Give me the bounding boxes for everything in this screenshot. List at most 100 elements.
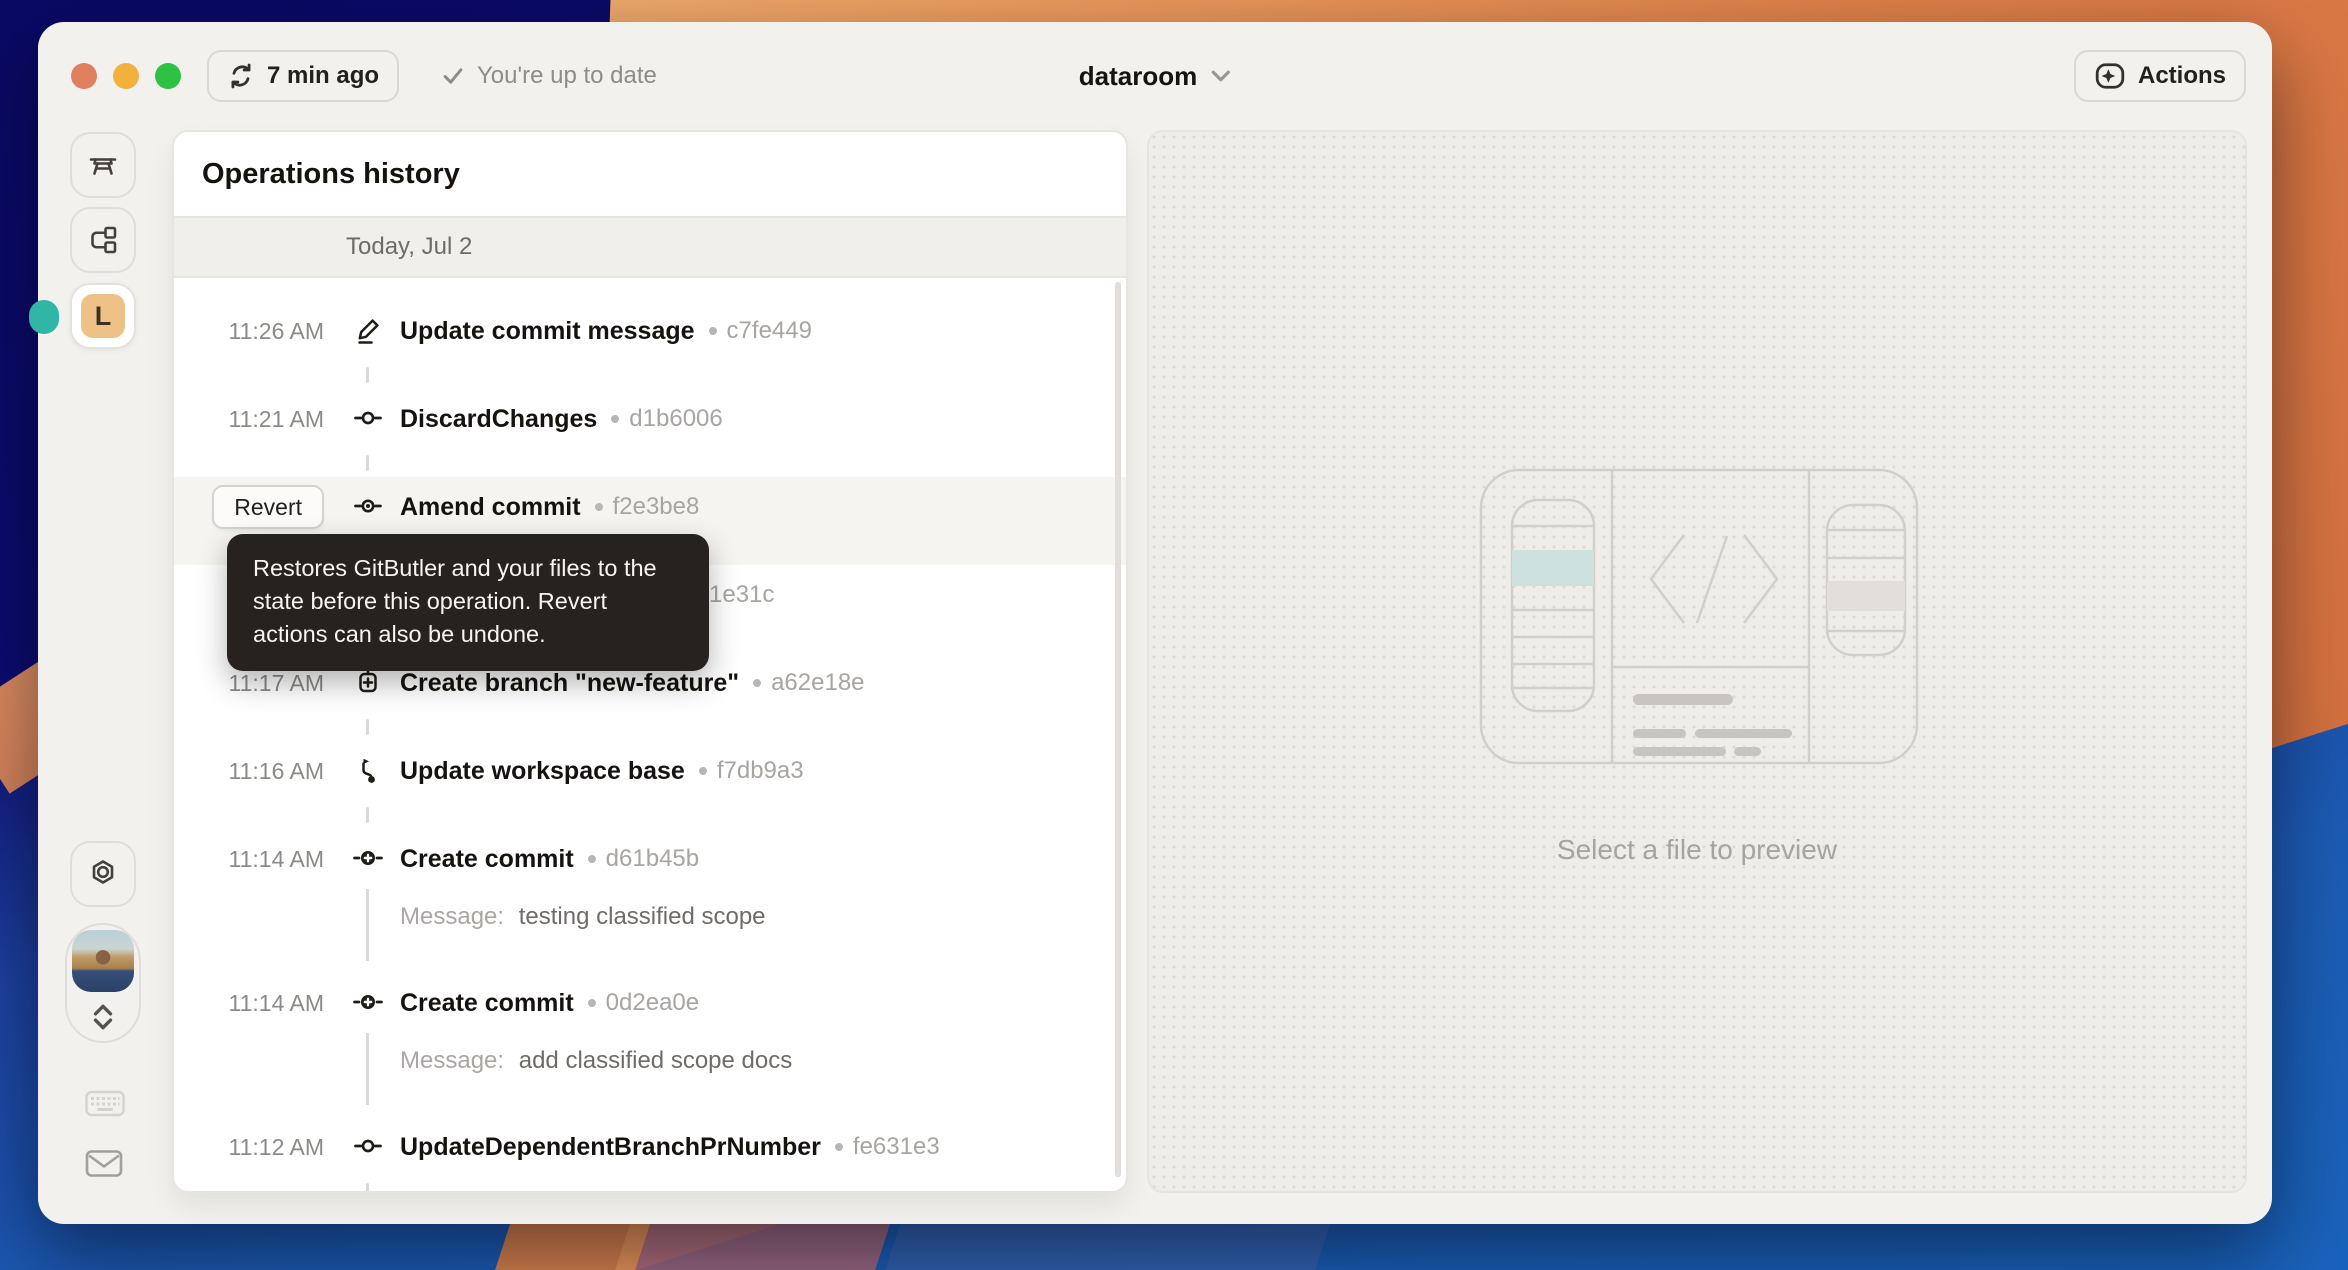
timeline-connector [174,801,1126,829]
message-label: Message: [400,903,504,930]
revert-button[interactable]: Revert [212,485,324,529]
operation-label: Update commit message [400,317,695,346]
operation-time: 11:26 AM [174,318,324,345]
update-workspace-icon [353,756,383,786]
operations-history-panel: Operations history Today, Jul 2 11:26 AM… [172,130,1128,1193]
operation-hash: f7db9a3 [717,757,804,785]
timeline-connector [174,1177,1126,1193]
sidebar-item-project[interactable]: L [70,283,136,349]
revert-tooltip: Restores GitButler and your files to the… [227,534,709,671]
file-preview-panel: Select a file to preview [1147,130,2247,1193]
operations-list: 11:26 AM Update commit message c7fe449 [174,278,1126,1193]
scrollbar[interactable] [1115,282,1121,1177]
panel-title: Operations history [174,132,1126,216]
bullet-separator [753,679,761,687]
sidebar-item-branches[interactable] [70,207,136,273]
message-label: Message: [400,1047,504,1074]
operation-row[interactable]: 11:14 AM Create commit 0d2ea0e [174,973,1126,1117]
operation-hash: fe631e3 [853,1133,940,1161]
mail-icon [85,1148,123,1179]
operation-time: 11:17 AM [174,670,324,697]
operation-row[interactable]: 11:12 AM UpdateDependentBranchPrNumber f… [174,1117,1126,1193]
commit-message: Message: testing classified scope [174,889,1126,973]
feedback-button[interactable] [85,1148,123,1179]
gitbutler-window: 7 min ago You're up to date dataroom [38,22,2272,1224]
commit-icon [353,404,383,434]
edit-message-icon [353,316,383,346]
operation-time: 11:12 AM [174,1134,324,1161]
operation-time: 11:14 AM [174,990,324,1017]
project-initial: L [95,301,112,332]
operation-label: Update workspace base [400,757,685,786]
close-window-button[interactable] [71,63,97,89]
bullet-separator [595,503,603,511]
bullet-separator [835,1143,843,1151]
keyboard-icon [85,1088,125,1119]
operation-hash: 1e31c [709,581,774,609]
operation-label: DiscardChanges [400,405,597,434]
create-commit-icon [353,844,383,874]
user-account-switcher[interactable] [65,923,141,1043]
operation-label: Create branch "new-feature" [400,669,739,698]
settings-button[interactable] [70,841,136,907]
check-icon [442,67,464,85]
preview-placeholder-text: Select a file to preview [1149,834,2245,866]
amend-commit-icon [353,492,383,522]
bullet-separator [588,999,596,1007]
operation-row[interactable]: 11:16 AM Update workspace base f7db9a3 [174,741,1126,829]
timeline-connector [174,713,1126,741]
operation-hash: a62e18e [771,669,864,697]
user-avatar [72,930,134,992]
bullet-separator [709,327,717,335]
sparkle-actions-icon [2094,60,2126,92]
actions-button[interactable]: Actions [2074,50,2246,102]
operation-label: Create commit [400,989,574,1018]
workbench-icon [86,148,120,182]
operation-row[interactable]: 11:21 AM DiscardChanges d1b6006 [174,389,1126,477]
operation-hash: c7fe449 [727,317,812,345]
chevron-updown-icon [89,1001,117,1033]
sync-icon [227,62,255,90]
project-avatar: L [81,294,125,338]
zoom-window-button[interactable] [155,63,181,89]
operation-hash: d1b6006 [629,405,722,433]
sidebar-item-workspace[interactable] [70,132,136,198]
up-to-date-status: You're up to date [442,50,657,102]
timeline-connector [174,361,1126,389]
desktop: 7 min ago You're up to date dataroom [0,0,2348,1270]
timeline-connector [366,1033,369,1105]
window-controls [71,63,181,89]
operation-time: 11:16 AM [174,758,324,785]
commit-icon [353,1132,383,1162]
operation-label: Create commit [400,845,574,874]
minimize-window-button[interactable] [113,63,139,89]
shortcuts-button[interactable] [85,1088,125,1119]
operation-hash: f2e3be8 [613,493,700,521]
date-group-header: Today, Jul 2 [174,216,1126,278]
operation-time: 11:21 AM [174,406,324,433]
status-text: You're up to date [477,62,657,90]
bullet-separator [611,415,619,423]
operation-hash: 0d2ea0e [606,989,699,1017]
operation-row[interactable]: 11:26 AM Update commit message c7fe449 [174,301,1126,389]
create-commit-icon [353,988,383,1018]
bullet-separator [588,855,596,863]
operation-label: Amend commit [400,493,581,522]
timeline-connector [174,449,1126,477]
active-project-indicator [29,300,59,334]
commit-message: Message: add classified scope docs [174,1033,1126,1117]
sync-time-label: 7 min ago [267,62,379,90]
operation-time: 11:14 AM [174,846,324,873]
create-branch-icon [353,668,383,698]
preview-placeholder-illustration [1479,468,1919,765]
actions-label: Actions [2138,62,2226,90]
project-switcher[interactable]: dataroom [1079,50,1231,102]
branches-icon [86,223,120,257]
message-text: testing classified scope [519,903,766,930]
operation-row[interactable]: 11:14 AM Create commit d61b45b [174,829,1126,973]
project-name: dataroom [1079,61,1197,92]
chevron-down-icon [1211,69,1231,83]
bullet-separator [699,767,707,775]
sync-status-button[interactable]: 7 min ago [207,50,399,102]
timeline-connector [366,889,369,961]
